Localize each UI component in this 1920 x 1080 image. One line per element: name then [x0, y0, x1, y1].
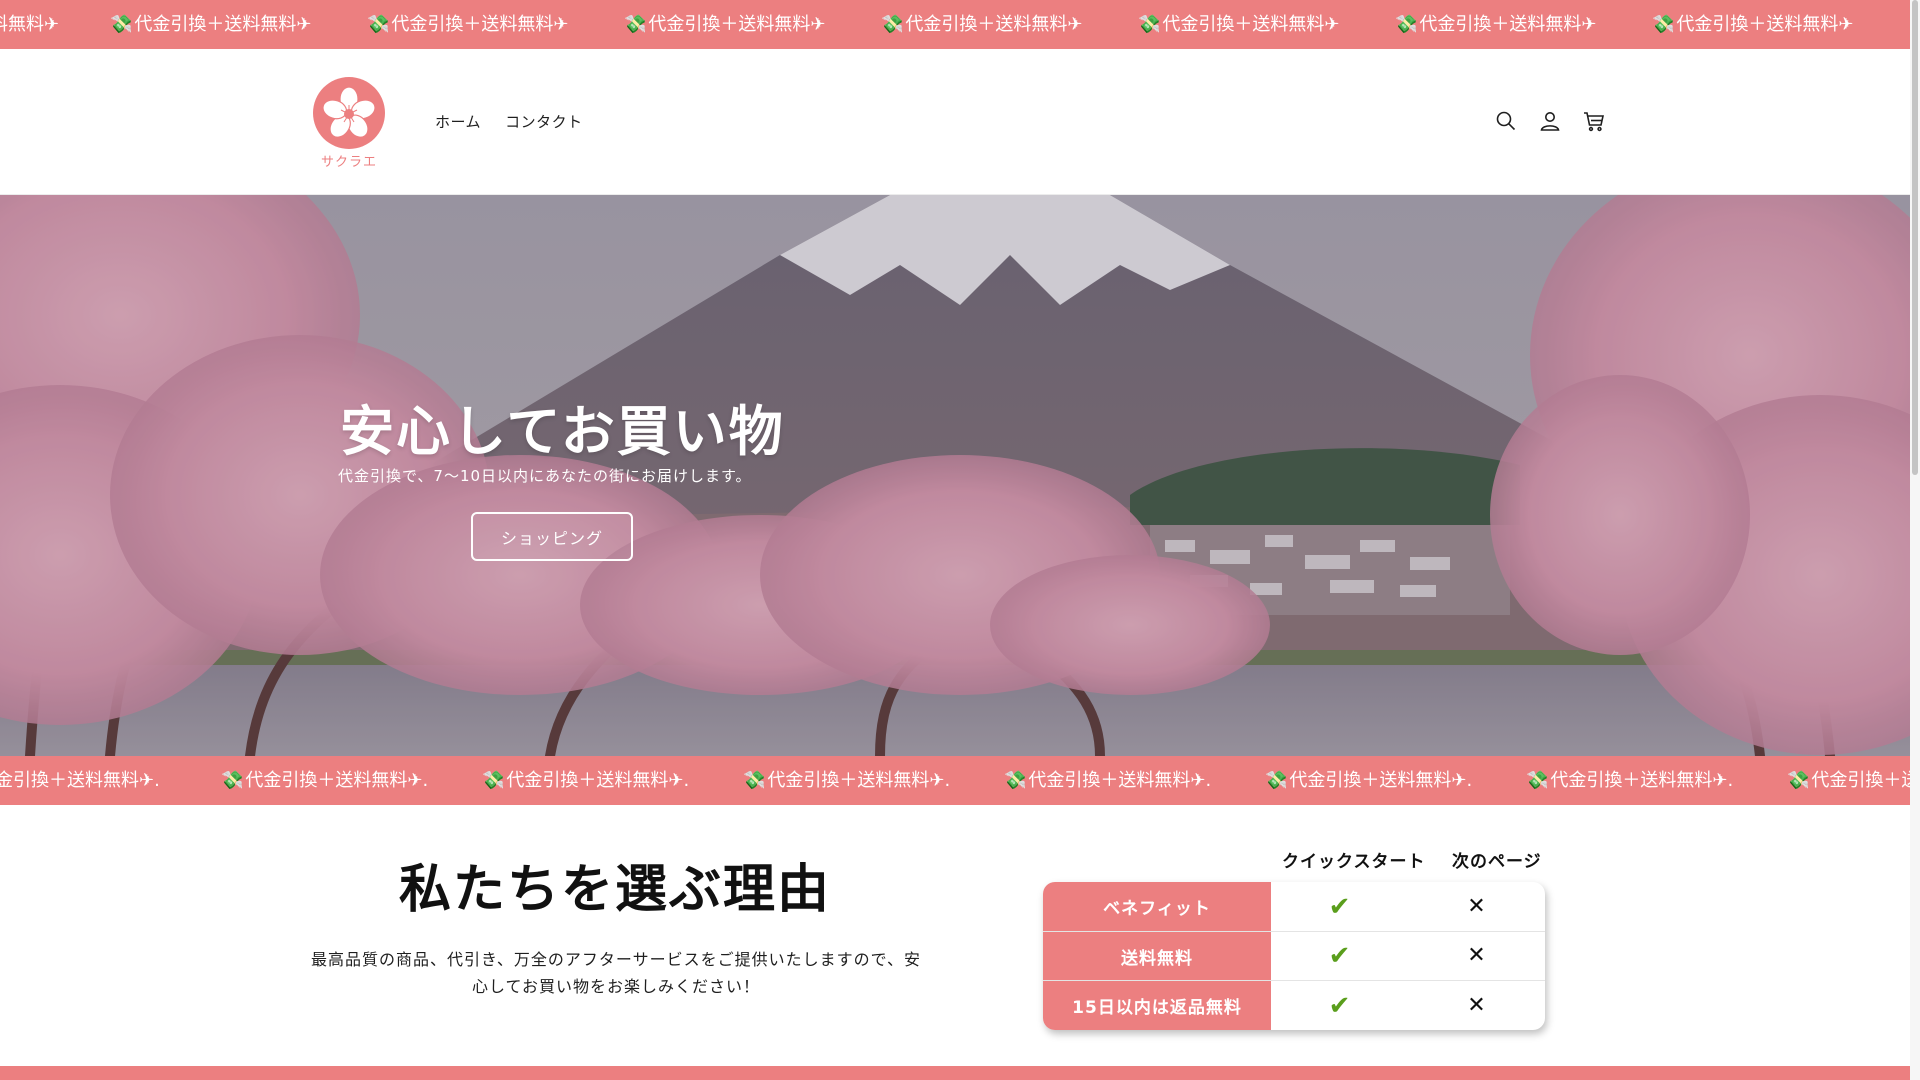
check-icon: ✔ — [1328, 990, 1351, 1021]
comparison-row-label: 送料無料 — [1043, 932, 1271, 980]
announcement-bar-middle: 金引換＋送料無料✈. 💸 代金引換＋送料無料✈. 💸 代金引換＋送料無料✈. 💸 代金引換… — [0, 756, 1910, 805]
why-title: 私たちを選ぶ理由 — [398, 860, 831, 920]
comparison-column-next-page: 次のページ — [1452, 852, 1542, 872]
shopping-button[interactable]: ショッピング — [471, 512, 633, 561]
why-description: 最高品質の商品、代引き、万全のアフターサービスをご提供いたしますので、安心してお… — [311, 950, 921, 996]
site-header: サクラエ ホーム コンタクト — [0, 49, 1910, 195]
announcement-text: 代金引換＋送料無料✈. — [506, 770, 690, 791]
announcement-bar-top: 料無料✈ 💸代金引換＋送料無料✈💸代金引換＋送料無料✈💸代金引換＋送料無料✈💸代… — [0, 0, 1910, 49]
announcement-item: 💸代金引換＋送料無料✈. — [1526, 756, 1787, 805]
announcement-text: 代金引換＋送料無料✈ — [905, 14, 1083, 35]
announcement-item: 💸 代金引換＋送料無料✈ — [1395, 0, 1652, 49]
money-with-wings-icon: 💸 — [743, 770, 766, 791]
announcement-text: 代金引換＋送料無料✈ — [1162, 14, 1340, 35]
announcement-text: 代金引換＋送料無料✈ — [391, 14, 569, 35]
announcement-item: 💸 代金引換＋送料無料✈ — [881, 0, 1138, 49]
money-with-wings-icon: 💸 — [367, 14, 390, 35]
logo-text: サクラエ — [320, 155, 377, 170]
hero-subtitle: 代金引換で、7〜10日以内にあなたの街にお届けします。 — [338, 467, 752, 485]
comparison-cell: ✔ — [1271, 981, 1408, 1030]
check-icon: ✔ — [1328, 891, 1351, 922]
nav-link-contact[interactable]: コンタクト — [505, 111, 583, 132]
money-with-wings-icon: 💸 — [1138, 14, 1161, 35]
announcement-text: 料無料✈ — [0, 14, 60, 35]
cross-icon: ✕ — [1467, 943, 1486, 968]
announcement-item-partial: 金引換＋送料無料✈. — [0, 756, 221, 805]
search-icon[interactable] — [1494, 109, 1518, 133]
scrollbar-thumb[interactable] — [1912, 0, 1918, 475]
announcement-text: 代金引換＋送料無料✈ — [648, 14, 826, 35]
money-with-wings-icon: 💸 — [1526, 770, 1549, 791]
page-scrollbar[interactable] — [1910, 0, 1920, 1080]
comparison-cell: ✔ — [1271, 882, 1408, 931]
comparison-cell: ✕ — [1408, 981, 1545, 1030]
money-with-wings-icon: 💸 — [1004, 770, 1027, 791]
announcement-item: 💸代金引換＋送料無料✈. — [482, 756, 743, 805]
announcement-item: 💸代金引換＋送料無料✈. — [1004, 756, 1265, 805]
announcement-track: 料無料✈ 💸代金引換＋送料無料✈💸代金引換＋送料無料✈💸代金引換＋送料無料✈💸代… — [0, 0, 1909, 49]
sakura-logo-icon — [313, 77, 385, 149]
announcement-text: 代金引換＋送料無料✈. — [1811, 770, 1910, 791]
comparison-row-label: ベネフィット — [1043, 882, 1271, 931]
hero-overlay — [0, 195, 1910, 756]
announcement-item: 💸 代金引換＋送料無料✈ — [624, 0, 881, 49]
announcement-text: 代金引換＋送料無料✈. — [245, 770, 429, 791]
cross-icon: ✕ — [1467, 893, 1486, 919]
money-with-wings-icon: 💸 — [482, 770, 505, 791]
announcement-text: 代金引換＋送料無料✈. — [767, 770, 951, 791]
announcement-item: 💸 代金引換＋送料無料✈ — [110, 0, 367, 49]
cross-icon: ✕ — [1467, 992, 1486, 1018]
footer-bar-edge — [0, 1066, 1910, 1080]
check-icon: ✔ — [1328, 941, 1351, 971]
site-logo[interactable]: サクラエ — [311, 77, 387, 170]
money-with-wings-icon: 💸 — [1787, 770, 1810, 791]
comparison-row: ベネフィット ✔ ✕ — [1043, 882, 1545, 931]
money-with-wings-icon: 💸 — [1652, 14, 1675, 35]
money-with-wings-icon: 💸 — [221, 770, 244, 791]
announcement-text: 代金引換＋送料無料✈. — [1550, 770, 1734, 791]
announcement-text: 代金引換＋送料無料✈ — [134, 14, 312, 35]
announcement-item: 💸 代金引換＋送料無料✈ — [367, 0, 624, 49]
announcement-text: 代金引換＋送料無料✈ — [1676, 14, 1854, 35]
announcement-text: 代金引換＋送料無料✈. — [1028, 770, 1212, 791]
header-actions — [1494, 109, 1606, 133]
announcement-item: 💸代金引換＋送料無料✈. — [743, 756, 1004, 805]
comparison-cell: ✔ — [1271, 932, 1408, 980]
comparison-row-label: 15日以内は返品無料 — [1043, 981, 1271, 1030]
money-with-wings-icon: 💸 — [1265, 770, 1288, 791]
hero-banner: 安心してお買い物 代金引換で、7〜10日以内にあなたの街にお届けします。 ショッ… — [0, 195, 1910, 756]
announcement-item: 💸 代金引換＋送料無料✈ — [1652, 0, 1909, 49]
comparison-cell: ✕ — [1408, 882, 1545, 931]
comparison-row: 15日以内は返品無料 ✔ ✕ — [1043, 980, 1545, 1030]
announcement-text: 代金引換＋送料無料✈. — [1289, 770, 1473, 791]
announcement-item: 💸代金引換＋送料無料✈. — [1787, 756, 1910, 805]
announcement-text: 金引換＋送料無料✈. — [0, 770, 160, 791]
main-nav: ホーム コンタクト — [435, 111, 583, 132]
comparison-table: ベネフィット ✔ ✕ 送料無料 ✔ ✕ 15日以内は返品無料 ✔ ✕ — [1043, 882, 1545, 1030]
money-with-wings-icon: 💸 — [624, 14, 647, 35]
cart-icon[interactable] — [1582, 109, 1606, 133]
comparison-column-quickstart: クイックスタート — [1282, 852, 1426, 872]
announcement-track: 金引換＋送料無料✈. 💸 代金引換＋送料無料✈. 💸 代金引換＋送料無料✈. 💸 代金引換… — [0, 756, 1910, 805]
money-with-wings-icon: 💸 — [881, 14, 904, 35]
money-with-wings-icon: 💸 — [1395, 14, 1418, 35]
comparison-row: 送料無料 ✔ ✕ — [1043, 931, 1545, 980]
account-icon[interactable] — [1538, 109, 1562, 133]
announcement-item-partial: 料無料✈ — [0, 0, 110, 49]
announcement-text: 代金引換＋送料無料✈ — [1419, 14, 1597, 35]
money-with-wings-icon: 💸 — [110, 14, 133, 35]
comparison-cell: ✕ — [1408, 932, 1545, 980]
page: 料無料✈ 💸代金引換＋送料無料✈💸代金引換＋送料無料✈💸代金引換＋送料無料✈💸代… — [0, 0, 1910, 1080]
announcement-item: 💸代金引換＋送料無料✈. — [221, 756, 482, 805]
announcement-item: 💸代金引換＋送料無料✈. — [1265, 756, 1526, 805]
hero-title: 安心してお買い物 — [340, 400, 785, 463]
nav-link-home[interactable]: ホーム — [435, 111, 481, 132]
announcement-item: 💸 代金引換＋送料無料✈ — [1138, 0, 1395, 49]
